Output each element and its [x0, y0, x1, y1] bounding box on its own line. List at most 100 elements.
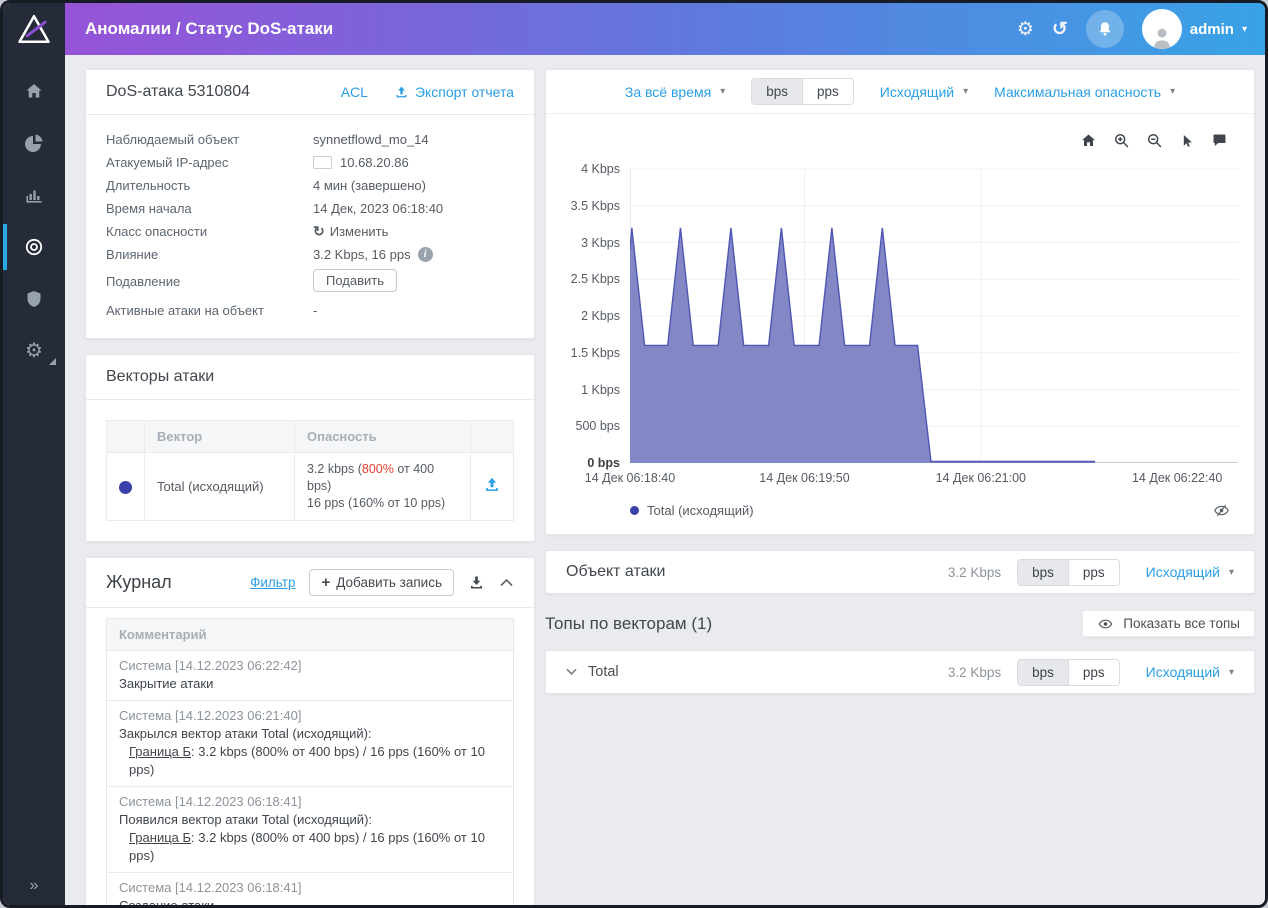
journal-entry: Система [14.12.2023 06:18:41] Появился в… [107, 786, 513, 872]
danger-dropdown[interactable]: Максимальная опасность ▾ [994, 84, 1175, 100]
field-danger-class: Класс опасности ↻ Изменить [106, 220, 514, 243]
ip-checkbox[interactable] [313, 156, 332, 169]
vectors-title: Векторы атаки [106, 368, 514, 386]
pointer-icon[interactable] [1179, 133, 1195, 149]
chevron-down-icon: ▾ [1229, 567, 1234, 578]
bps-option[interactable]: bps [1018, 560, 1068, 585]
journal-entry: Система [14.12.2023 06:21:40] Закрылся в… [107, 700, 513, 786]
sidebar-item-statistics[interactable] [3, 169, 65, 221]
field-active-attacks: Активные атаки на объект - [106, 299, 514, 322]
journal-entry: Система [14.12.2023 06:22:42] Закрытие а… [107, 650, 513, 700]
tops-title: Топы по векторам (1) [545, 614, 1082, 634]
object-direction-dropdown[interactable]: Исходящий ▾ [1146, 564, 1234, 580]
filter-link[interactable]: Фильтр [250, 575, 295, 590]
chevron-down-icon: ▾ [1229, 667, 1234, 678]
y-tick-label: 2.5 Kbps [571, 272, 620, 286]
y-tick-label: 1 Kbps [581, 383, 620, 397]
zoom-in-icon[interactable] [1113, 132, 1130, 149]
vector-upload-icon[interactable] [483, 476, 501, 494]
eye-icon [1097, 617, 1114, 631]
zoom-out-icon[interactable] [1146, 132, 1163, 149]
vector-row[interactable]: Total (исходящий) 3.2 kbps (800% от 400 … [107, 453, 514, 521]
journal-column-header: Комментарий [107, 619, 513, 650]
collapse-icon[interactable] [499, 576, 514, 589]
suppress-button[interactable]: Подавить [313, 269, 397, 292]
plus-icon: + [321, 575, 330, 590]
top-bar: Аномалии / Статус DoS-атаки ⚙ ↺ admin ▾ [3, 3, 1265, 55]
sidebar-item-home[interactable] [3, 65, 65, 117]
chart-legend: Total (исходящий) [546, 493, 1254, 534]
field-attacked-ip: Атакуемый IP-адрес 10.68.20.86 [106, 151, 514, 174]
username: admin [1190, 21, 1234, 38]
pps-option[interactable]: pps [1068, 560, 1119, 585]
notifications-button[interactable] [1086, 10, 1124, 48]
legend-item-total[interactable]: Total (исходящий) [630, 503, 1213, 518]
observed-object-link[interactable]: synnetflowd_mo_14 [313, 128, 429, 151]
unit-toggle: bps pps [751, 78, 854, 105]
boundary-link[interactable]: Граница Б [129, 744, 191, 759]
chart-plot[interactable] [630, 163, 1238, 463]
y-tick-label: 1.5 Kbps [571, 346, 620, 360]
chart-home-icon[interactable] [1080, 132, 1097, 149]
change-danger-class-link[interactable]: ↻ Изменить [313, 220, 388, 243]
info-icon[interactable]: i [418, 247, 433, 262]
bps-option[interactable]: bps [1018, 660, 1068, 685]
field-suppression: Подавление Подавить [106, 269, 514, 295]
y-tick-label: 3.5 Kbps [571, 199, 620, 213]
total-direction-dropdown[interactable]: Исходящий ▾ [1146, 664, 1234, 680]
pps-option[interactable]: pps [1068, 660, 1119, 685]
object-panel-title: Объект атаки [566, 563, 948, 581]
show-all-tops-button[interactable]: Показать все топы [1082, 610, 1255, 637]
comment-icon[interactable] [1211, 132, 1228, 149]
total-panel-title: Total [588, 664, 948, 680]
bps-option[interactable]: bps [752, 79, 802, 104]
field-start-time: Время начала 14 Дек, 2023 06:18:40 [106, 197, 514, 220]
chart-controls: За всё время ▾ bps pps Исходящий ▾ Мак [546, 70, 1254, 114]
x-tick-label: 14 Дек 06:18:40 [585, 471, 675, 485]
attack-summary-card: DoS-атака 5310804 ACL Экспорт отчета [85, 69, 535, 339]
field-duration: Длительность 4 мин (завершено) [106, 174, 514, 197]
boundary-link[interactable]: Граница Б [129, 830, 191, 845]
sidebar-item-reports[interactable] [3, 117, 65, 169]
export-report-link[interactable]: Экспорт отчета [394, 84, 514, 100]
field-impact: Влияние 3.2 Kbps, 16 pps i [106, 243, 514, 266]
legend-dot [630, 506, 639, 515]
chevron-down-icon: ▾ [1170, 86, 1175, 97]
attack-vectors-card: Векторы атаки Вектор Опасность [85, 354, 535, 542]
time-range-dropdown[interactable]: За всё время ▾ [625, 84, 725, 100]
user-menu[interactable]: admin ▾ [1142, 9, 1247, 49]
x-tick-label: 14 Дек 06:21:00 [936, 471, 1026, 485]
x-tick-label: 14 Дек 06:19:50 [759, 471, 849, 485]
chevron-down-icon: ▾ [720, 86, 725, 97]
history-icon[interactable]: ↺ [1052, 20, 1068, 39]
vector-dot [119, 481, 132, 494]
sidebar-expand-button[interactable]: » [3, 877, 65, 895]
refresh-icon: ↻ [313, 220, 325, 243]
acl-link[interactable]: ACL [341, 84, 368, 100]
journal-entry: Система [14.12.2023 06:18:41] Создание а… [107, 872, 513, 905]
app-window: Аномалии / Статус DoS-атаки ⚙ ↺ admin ▾ [0, 0, 1268, 908]
add-record-button[interactable]: + Добавить запись [309, 569, 454, 596]
ip-value: 10.68.20.86 [340, 151, 409, 174]
sidebar-item-settings[interactable]: ⚙ [3, 325, 65, 377]
eye-slash-icon[interactable] [1213, 503, 1230, 518]
total-rate: 3.2 Kbps [948, 665, 1001, 680]
journal-table: Комментарий Система [14.12.2023 06:22:42… [106, 618, 514, 905]
sidebar-item-protection[interactable] [3, 273, 65, 325]
pps-option[interactable]: pps [802, 79, 853, 104]
sidebar-item-anomalies[interactable] [3, 221, 65, 273]
chevron-down-icon[interactable] [566, 668, 577, 676]
pie-chart-icon [24, 133, 44, 153]
app-logo[interactable] [3, 3, 65, 55]
chart-x-axis: 14 Дек 06:18:4014 Дек 06:19:5014 Дек 06:… [630, 471, 1238, 493]
settings-icon[interactable]: ⚙ [1017, 20, 1034, 39]
person-icon [1149, 25, 1175, 49]
logo-triangle-icon [17, 12, 51, 46]
topbar-actions: ⚙ ↺ admin ▾ [1017, 9, 1265, 49]
direction-dropdown[interactable]: Исходящий ▾ [880, 84, 968, 100]
bar-chart-icon [24, 185, 44, 205]
chart-y-axis: 4 Kbps3.5 Kbps3 Kbps2.5 Kbps2 Kbps1.5 Kb… [566, 163, 630, 463]
main-content: DoS-атака 5310804 ACL Экспорт отчета [65, 55, 1265, 905]
chart-card: За всё время ▾ bps pps Исходящий ▾ Мак [545, 69, 1255, 535]
download-icon[interactable] [468, 574, 485, 591]
